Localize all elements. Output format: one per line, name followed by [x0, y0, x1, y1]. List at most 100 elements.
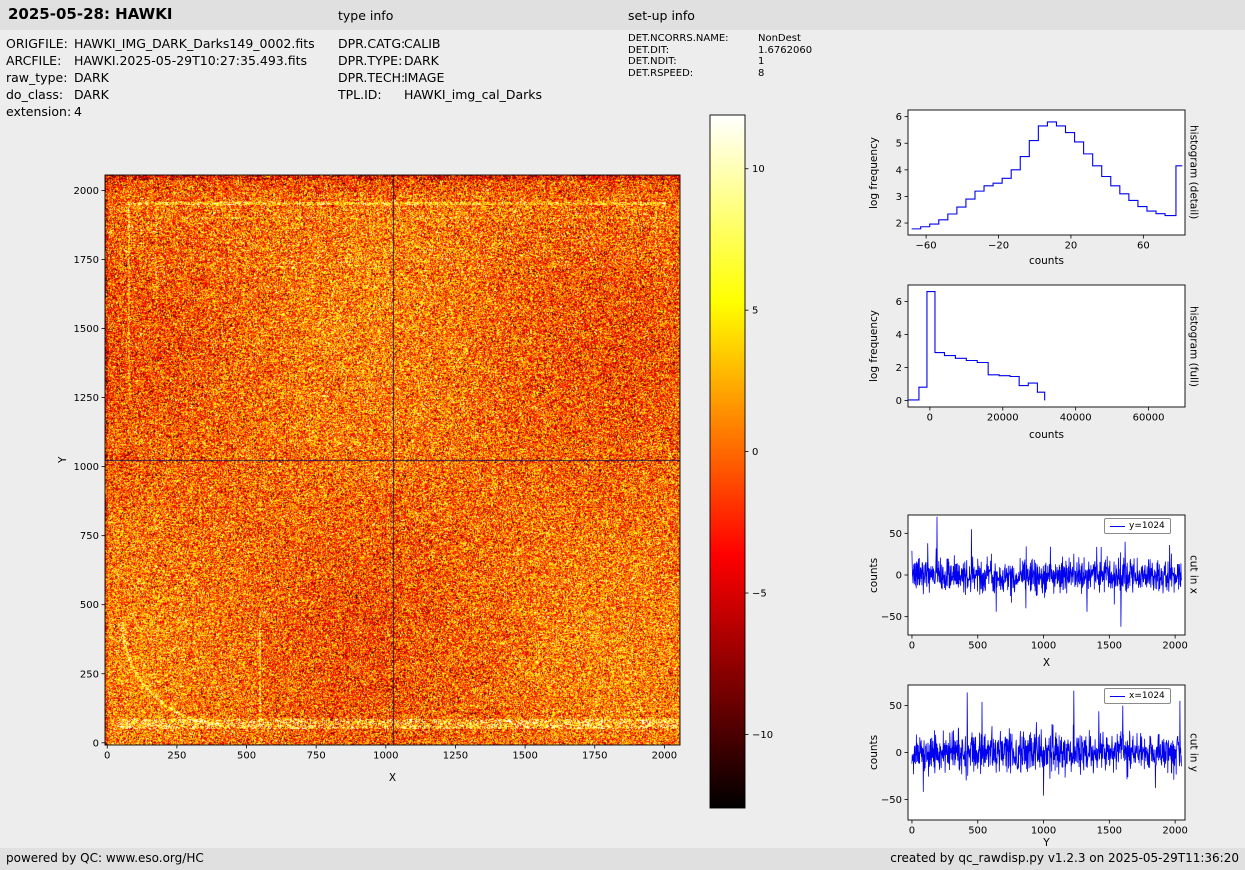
- file-info-section: ORIGFILE: HAWKI_IMG_DARK_Darks149_0002.fi…: [6, 35, 315, 120]
- svg-text:50: 50: [889, 701, 902, 712]
- svg-text:750: 750: [80, 531, 99, 542]
- svg-text:1000: 1000: [1031, 641, 1056, 652]
- header-bar: 2025-05-28: HAWKI type info set-up info: [0, 0, 1245, 30]
- svg-text:6: 6: [896, 297, 902, 308]
- svg-text:−50: −50: [881, 612, 902, 623]
- meta-value: NonDest: [758, 33, 801, 44]
- meta-row: DET.DIT: 1.6762060: [628, 45, 812, 57]
- meta-row: ARCFILE: HAWKI.2025-05-29T10:27:35.493.fi…: [6, 52, 315, 69]
- setup-info-heading: set-up info: [628, 8, 695, 23]
- svg-text:1000: 1000: [1031, 826, 1056, 837]
- svg-text:3: 3: [896, 192, 902, 203]
- cut-x-right-label: cut in x: [1187, 555, 1200, 595]
- svg-text:0: 0: [896, 396, 902, 407]
- svg-text:4: 4: [896, 330, 902, 341]
- meta-value: HAWKI_img_cal_Darks: [404, 87, 543, 102]
- meta-label: ARCFILE:: [6, 53, 62, 68]
- footer-right-text: created by qc_rawdisp.py v1.2.3 on 2025-…: [890, 851, 1239, 865]
- hist-full-y-label: log frequency: [868, 310, 880, 383]
- svg-text:−60: −60: [916, 241, 937, 252]
- footer-bar: powered by QC: www.eso.org/HC created by…: [0, 848, 1245, 870]
- svg-text:50: 50: [889, 529, 902, 540]
- svg-text:1250: 1250: [443, 751, 468, 762]
- page-title: 2025-05-28: HAWKI: [8, 5, 173, 23]
- cut-x-y-label: counts: [868, 557, 880, 593]
- svg-text:500: 500: [968, 826, 987, 837]
- meta-value: 1: [758, 56, 765, 67]
- meta-value: 4: [74, 104, 82, 119]
- hist-detail-y-label: log frequency: [868, 136, 880, 209]
- svg-text:5: 5: [752, 306, 758, 317]
- svg-text:1750: 1750: [582, 751, 607, 762]
- cut-x-legend: y=1024: [1104, 518, 1171, 534]
- svg-text:0: 0: [909, 826, 915, 837]
- svg-text:1500: 1500: [74, 324, 99, 335]
- legend-line-icon: [1110, 525, 1125, 527]
- svg-text:1250: 1250: [74, 393, 99, 404]
- svg-text:2000: 2000: [74, 186, 99, 197]
- meta-row: DPR.CATG:CALIB: [338, 35, 542, 52]
- legend-label: x=1024: [1129, 691, 1165, 701]
- meta-row: DET.NCORRS.NAME: NonDest: [628, 33, 812, 45]
- image-x-axis-label: X: [388, 772, 397, 784]
- meta-label: extension:: [6, 104, 72, 119]
- meta-label: DPR.CATG:: [338, 36, 406, 51]
- svg-text:1750: 1750: [74, 255, 99, 266]
- svg-text:500: 500: [968, 641, 987, 652]
- svg-text:40000: 40000: [1060, 413, 1092, 424]
- meta-label: DET.RSPEED:: [628, 67, 694, 79]
- meta-value: HAWKI.2025-05-29T10:27:35.493.fits: [74, 53, 307, 68]
- svg-text:10: 10: [752, 164, 765, 175]
- meta-row: raw_type: DARK: [6, 69, 315, 86]
- svg-text:500: 500: [80, 600, 99, 611]
- svg-text:0: 0: [896, 748, 902, 759]
- meta-row: DET.RSPEED: 8: [628, 68, 812, 80]
- svg-text:1500: 1500: [1097, 826, 1122, 837]
- svg-text:0: 0: [909, 641, 915, 652]
- meta-label: DET.DIT:: [628, 44, 670, 56]
- image-axes: 0 250 500 750 1000 1250 1500 1750 2000 0 250 500 750…: [74, 174, 681, 762]
- meta-value: HAWKI_IMG_DARK_Darks149_0002.fits: [74, 36, 315, 51]
- svg-text:60: 60: [1137, 241, 1150, 252]
- legend-line-icon: [1110, 695, 1125, 697]
- svg-text:−10: −10: [752, 730, 773, 741]
- cut-y-y-label: counts: [868, 734, 880, 771]
- meta-row: ORIGFILE: HAWKI_IMG_DARK_Darks149_0002.fi…: [6, 35, 315, 52]
- svg-text:2000: 2000: [1162, 641, 1187, 652]
- meta-label: raw_type:: [6, 70, 68, 85]
- svg-text:250: 250: [167, 751, 186, 762]
- histogram-detail-plot: −60 −20 20 60 2 3 4 5 6: [896, 109, 1186, 252]
- hist-full-x-label: counts: [1028, 429, 1065, 441]
- meta-row: extension: 4: [6, 103, 315, 120]
- svg-text:250: 250: [80, 669, 99, 680]
- svg-text:750: 750: [307, 751, 326, 762]
- svg-text:−50: −50: [881, 795, 902, 806]
- meta-row: do_class: DARK: [6, 86, 315, 103]
- svg-text:0: 0: [752, 447, 758, 458]
- meta-label: DPR.TYPE:: [338, 53, 403, 68]
- meta-value: 8: [758, 67, 765, 79]
- cut-x-x-label: X: [1042, 657, 1051, 669]
- meta-label: DET.NDIT:: [628, 56, 677, 67]
- meta-value: DARK: [74, 87, 109, 102]
- qc-report-page: 2025-05-28: HAWKI type info set-up info …: [0, 0, 1245, 870]
- legend-label: y=1024: [1129, 521, 1165, 531]
- meta-value: DARK: [74, 70, 109, 85]
- cut-y-right-label: cut in y: [1187, 732, 1200, 772]
- hist-full-right-label: histogram (full): [1187, 305, 1200, 387]
- svg-text:−5: −5: [752, 589, 767, 600]
- hist-detail-x-label: counts: [1028, 255, 1065, 267]
- svg-text:1000: 1000: [74, 462, 99, 473]
- image-y-axis-label: Y: [57, 456, 69, 464]
- svg-text:0: 0: [93, 738, 99, 749]
- colorbar-axes: 10 5 0 −5 −10: [709, 114, 773, 809]
- meta-value: DARK: [404, 53, 439, 68]
- meta-label: DET.NCORRS.NAME:: [628, 33, 729, 44]
- type-info-section: DPR.CATG:CALIB DPR.TYPE: DARK DPR.TECH:IM…: [338, 35, 542, 103]
- hist-detail-right-label: histogram (detail): [1187, 125, 1200, 220]
- svg-text:0: 0: [927, 413, 933, 424]
- svg-text:1500: 1500: [512, 751, 537, 762]
- svg-text:2000: 2000: [652, 751, 677, 762]
- svg-text:20: 20: [1065, 241, 1078, 252]
- type-info-heading: type info: [338, 8, 394, 23]
